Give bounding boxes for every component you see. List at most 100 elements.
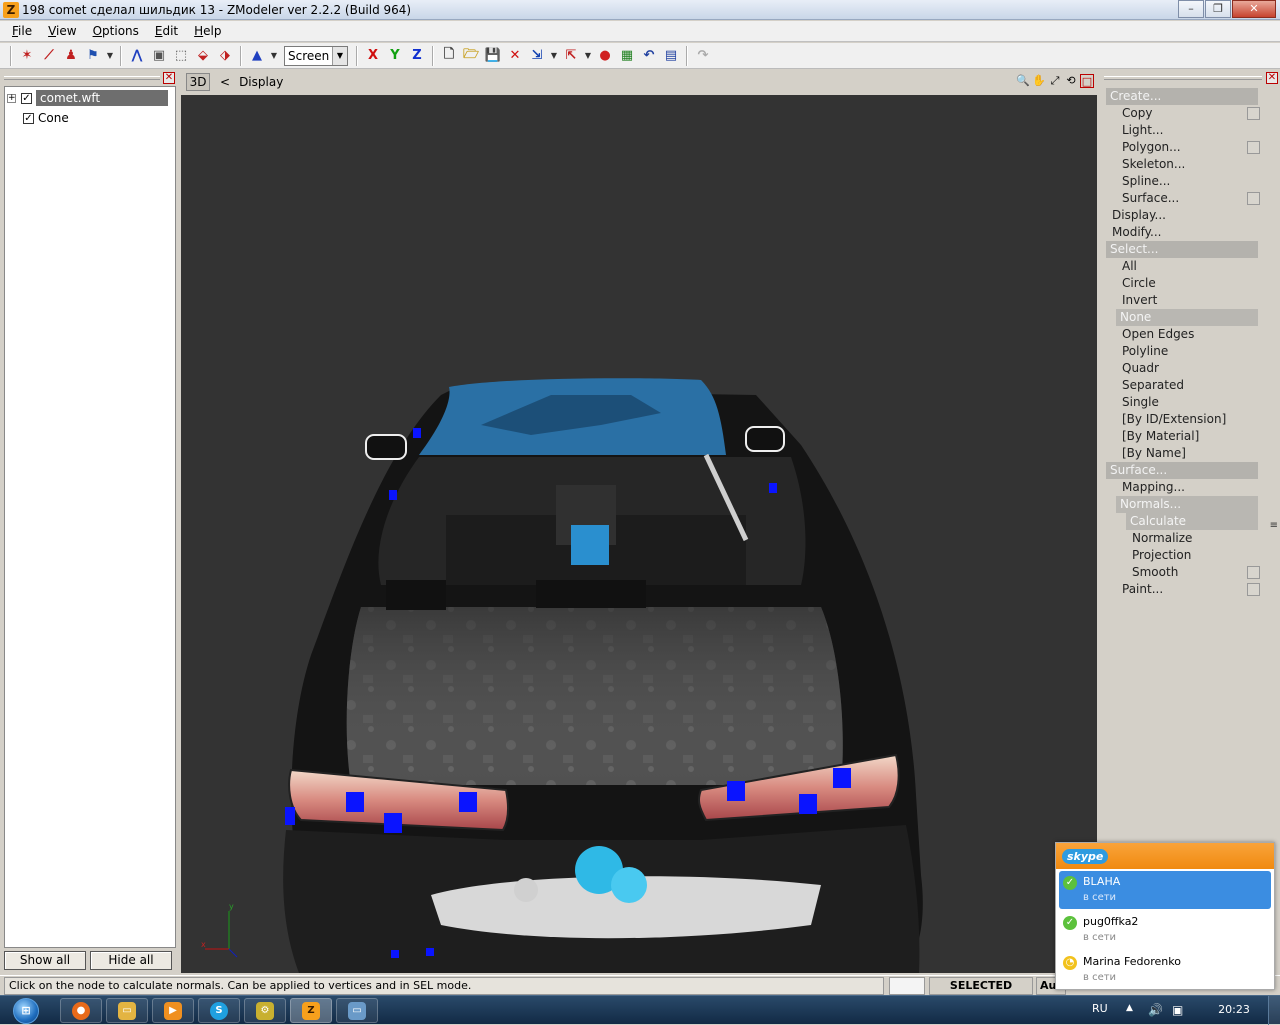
show-desktop-button[interactable] (1268, 996, 1280, 1025)
cmd-normals-projection[interactable]: Projection (1132, 547, 1191, 564)
select-object-icon[interactable]: ♟ (62, 47, 80, 65)
open-folder-icon[interactable]: 🗁 (462, 47, 480, 65)
taskbar-skype[interactable]: S (198, 998, 240, 1023)
hide-all-button[interactable]: Hide all (90, 951, 172, 970)
start-button[interactable]: ⊞ (6, 996, 46, 1025)
restore-button[interactable]: ❐ (1205, 0, 1231, 18)
cmd-mapping[interactable]: Mapping... (1122, 479, 1185, 496)
skype-contact[interactable]: ✓ BLAHA в сети (1059, 871, 1271, 909)
cmd-select-separated[interactable]: Separated (1122, 377, 1184, 394)
cmd-light[interactable]: Light... (1122, 122, 1163, 139)
wireframe-cube-icon[interactable]: ⬚ (172, 47, 190, 65)
smooth-options-box[interactable] (1247, 566, 1260, 579)
copy-options-box[interactable] (1247, 107, 1260, 120)
maximize-view-icon[interactable]: ⤢ (1048, 74, 1062, 88)
material-editor-icon[interactable]: ▦ (618, 47, 636, 65)
language-indicator[interactable]: RU (1092, 1002, 1108, 1015)
menu-help[interactable]: Help (186, 24, 229, 38)
menu-view[interactable]: View (40, 24, 84, 38)
cmd-normals[interactable]: Normals... (1116, 496, 1258, 513)
3d-viewport[interactable]: y x (181, 95, 1097, 973)
save-icon[interactable]: 💾 (484, 47, 502, 65)
tree-node-cone[interactable]: ✓ Cone (23, 109, 69, 127)
polyline-icon[interactable]: ⋀ (128, 47, 146, 65)
cmd-select-all[interactable]: All (1122, 258, 1137, 275)
dropdown-arrow-icon[interactable]: ▼ (270, 47, 278, 65)
zmodeler-app-icon[interactable]: Z (3, 2, 19, 18)
taskbar-explorer[interactable]: ▭ (106, 998, 148, 1023)
dropdown-arrow-icon[interactable]: ▼ (106, 47, 114, 65)
coordinate-space-select[interactable]: Screen ▼ (284, 45, 348, 66)
cmd-select[interactable]: Select... (1106, 241, 1258, 258)
cmd-display[interactable]: Display... (1112, 207, 1166, 224)
cube-icon[interactable]: ▣ (150, 47, 168, 65)
cmd-paint[interactable]: Paint... (1122, 581, 1163, 598)
cmd-select-polyline[interactable]: Polyline (1122, 343, 1168, 360)
minimize-button[interactable]: – (1178, 0, 1204, 18)
panel-grip[interactable] (4, 76, 160, 80)
network-icon[interactable]: ▣ (1172, 1003, 1183, 1017)
axis-x-button[interactable]: X (364, 47, 382, 65)
cmd-select-none[interactable]: None (1116, 309, 1258, 326)
taskbar-window[interactable]: ▭ (336, 998, 378, 1023)
cmd-select-by-name[interactable]: [By Name] (1122, 445, 1186, 462)
new-file-icon[interactable]: 🗋 (440, 47, 458, 65)
cmd-select-by-material[interactable]: [By Material] (1122, 428, 1199, 445)
expand-icon[interactable]: + (7, 93, 16, 103)
move-arrow-icon[interactable]: ▲ (248, 47, 266, 65)
menu-options[interactable]: Options (85, 24, 147, 38)
polygon-options-box[interactable] (1247, 141, 1260, 154)
cmd-select-quadr[interactable]: Quadr (1122, 360, 1159, 377)
cmd-normals-calculate[interactable]: Calculate (1126, 513, 1258, 530)
viewport-back-arrow[interactable]: < (220, 75, 230, 89)
volume-icon[interactable]: 🔊 (1148, 1003, 1163, 1017)
surface-options-box[interactable] (1247, 192, 1260, 205)
taskbar-clock[interactable]: 20:23 (1214, 1003, 1254, 1016)
visibility-checkbox[interactable]: ✓ (23, 112, 34, 124)
delete-icon[interactable]: ✕ (506, 47, 524, 65)
cmd-modify[interactable]: Modify... (1112, 224, 1162, 241)
rotate-icon[interactable]: ⟲ (1064, 74, 1078, 88)
pan-hand-icon[interactable]: ✋ (1032, 74, 1046, 88)
taskbar-firefox[interactable]: ● (60, 998, 102, 1023)
notes-icon[interactable]: ▤ (662, 47, 680, 65)
menu-file[interactable]: File (4, 24, 40, 38)
viewport-display-label[interactable]: Display (239, 75, 283, 89)
cmd-normals-smooth[interactable]: Smooth (1132, 564, 1178, 581)
tray-expand-icon[interactable]: ▲ (1126, 1003, 1133, 1013)
panel-splitter-icon[interactable]: ≡ (1270, 520, 1278, 531)
cmd-surface-create[interactable]: Surface... (1122, 190, 1179, 207)
close-view-icon[interactable]: □ (1080, 74, 1094, 88)
cmd-select-circle[interactable]: Circle (1122, 275, 1156, 292)
chevron-down-icon[interactable]: ▼ (332, 46, 347, 65)
select-tree-icon[interactable]: ⚑ (84, 47, 102, 65)
selection-mode-indicator[interactable]: SELECTED MODE (929, 977, 1033, 1008)
skype-contact[interactable]: ✓ pug0ffka2 в сети (1059, 911, 1271, 949)
taskbar-zmodeler[interactable]: Z (290, 998, 332, 1023)
show-all-button[interactable]: Show all (4, 951, 86, 970)
cmd-copy[interactable]: Copy (1122, 105, 1152, 122)
cmd-spline[interactable]: Spline... (1122, 173, 1170, 190)
cmd-select-invert[interactable]: Invert (1122, 292, 1157, 309)
cmd-select-open-edges[interactable]: Open Edges (1122, 326, 1194, 343)
cmd-select-by-id[interactable]: [By ID/Extension] (1122, 411, 1226, 428)
zoom-icon[interactable]: 🔍 (1016, 74, 1030, 88)
export-icon[interactable]: ⇱ (562, 47, 580, 65)
cmd-polygon[interactable]: Polygon... (1122, 139, 1181, 156)
panel-grip[interactable] (1104, 76, 1262, 80)
red-box-icon[interactable]: ⬗ (216, 47, 234, 65)
dropdown-arrow-icon[interactable]: ▼ (550, 47, 558, 65)
menu-edit[interactable]: Edit (147, 24, 186, 38)
view-mode-button[interactable]: 3D (186, 73, 210, 91)
tree-node-comet[interactable]: + ✓ comet.wft (7, 89, 168, 107)
import-icon[interactable]: ⇲ (528, 47, 546, 65)
taskbar-media-player[interactable]: ▶ (152, 998, 194, 1023)
paint-options-box[interactable] (1247, 583, 1260, 596)
close-panel-button[interactable]: ✕ (1266, 72, 1278, 84)
render-ball-icon[interactable]: ● (596, 47, 614, 65)
cmd-surface[interactable]: Surface... (1106, 462, 1258, 479)
cmd-create[interactable]: Create... (1106, 88, 1258, 105)
red-cube-icon[interactable]: ⬙ (194, 47, 212, 65)
axis-z-button[interactable]: Z (408, 47, 426, 65)
cmd-normals-normalize[interactable]: Normalize (1132, 530, 1192, 547)
